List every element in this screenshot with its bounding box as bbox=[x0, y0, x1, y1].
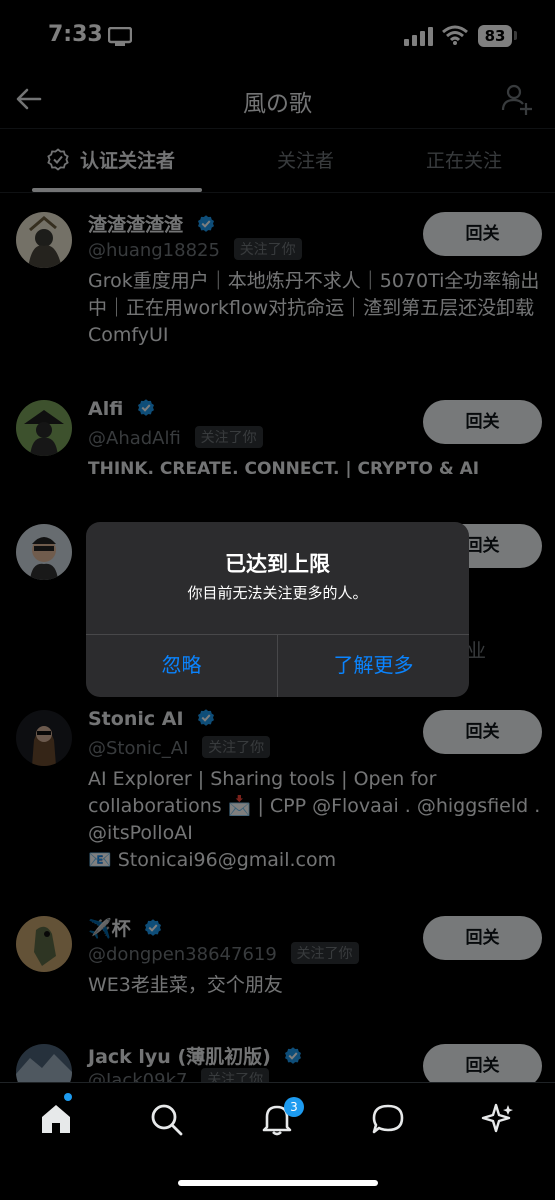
learn-more-button[interactable]: 了解更多 bbox=[278, 634, 469, 697]
messages-icon[interactable] bbox=[370, 1101, 406, 1137]
notification-count-badge: 3 bbox=[284, 1097, 304, 1117]
home-unread-dot bbox=[64, 1093, 72, 1101]
home-indicator bbox=[178, 1180, 378, 1186]
alert-message: 你目前无法关注更多的人。 bbox=[187, 584, 368, 602]
grok-icon[interactable] bbox=[480, 1101, 516, 1137]
search-icon[interactable] bbox=[148, 1101, 184, 1137]
home-icon[interactable] bbox=[38, 1101, 74, 1137]
alert-title: 已达到上限 bbox=[225, 552, 330, 576]
limit-reached-alert: 已达到上限 你目前无法关注更多的人。 忽略 了解更多 bbox=[86, 522, 469, 697]
ignore-button[interactable]: 忽略 bbox=[86, 634, 277, 697]
